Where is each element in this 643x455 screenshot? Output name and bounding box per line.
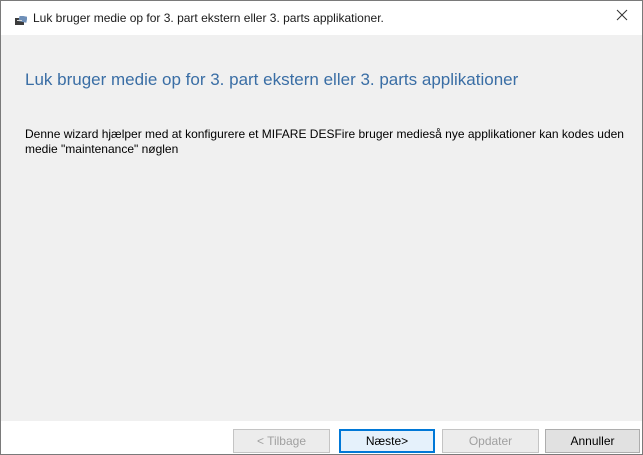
window-title: Luk bruger medie op for 3. part ekstern … <box>33 11 384 25</box>
close-icon <box>616 8 628 26</box>
wizard-heading: Luk bruger medie op for 3. part ekstern … <box>25 70 519 89</box>
title-bar: Luk bruger medie op for 3. part ekstern … <box>1 1 642 35</box>
update-button[interactable]: Opdater <box>442 429 539 453</box>
card-reader-icon <box>15 13 28 25</box>
button-bar: < Tilbage Næste> Opdater Annuller <box>1 421 642 454</box>
back-button[interactable]: < Tilbage <box>233 429 330 453</box>
close-button[interactable] <box>602 1 642 33</box>
cancel-button[interactable]: Annuller <box>545 429 640 453</box>
next-button[interactable]: Næste> <box>339 429 435 453</box>
wizard-window: Luk bruger medie op for 3. part ekstern … <box>0 0 643 455</box>
wizard-content: Luk bruger medie op for 3. part ekstern … <box>1 35 642 421</box>
wizard-description: Denne wizard hjælper med at konfigurere … <box>25 127 624 156</box>
